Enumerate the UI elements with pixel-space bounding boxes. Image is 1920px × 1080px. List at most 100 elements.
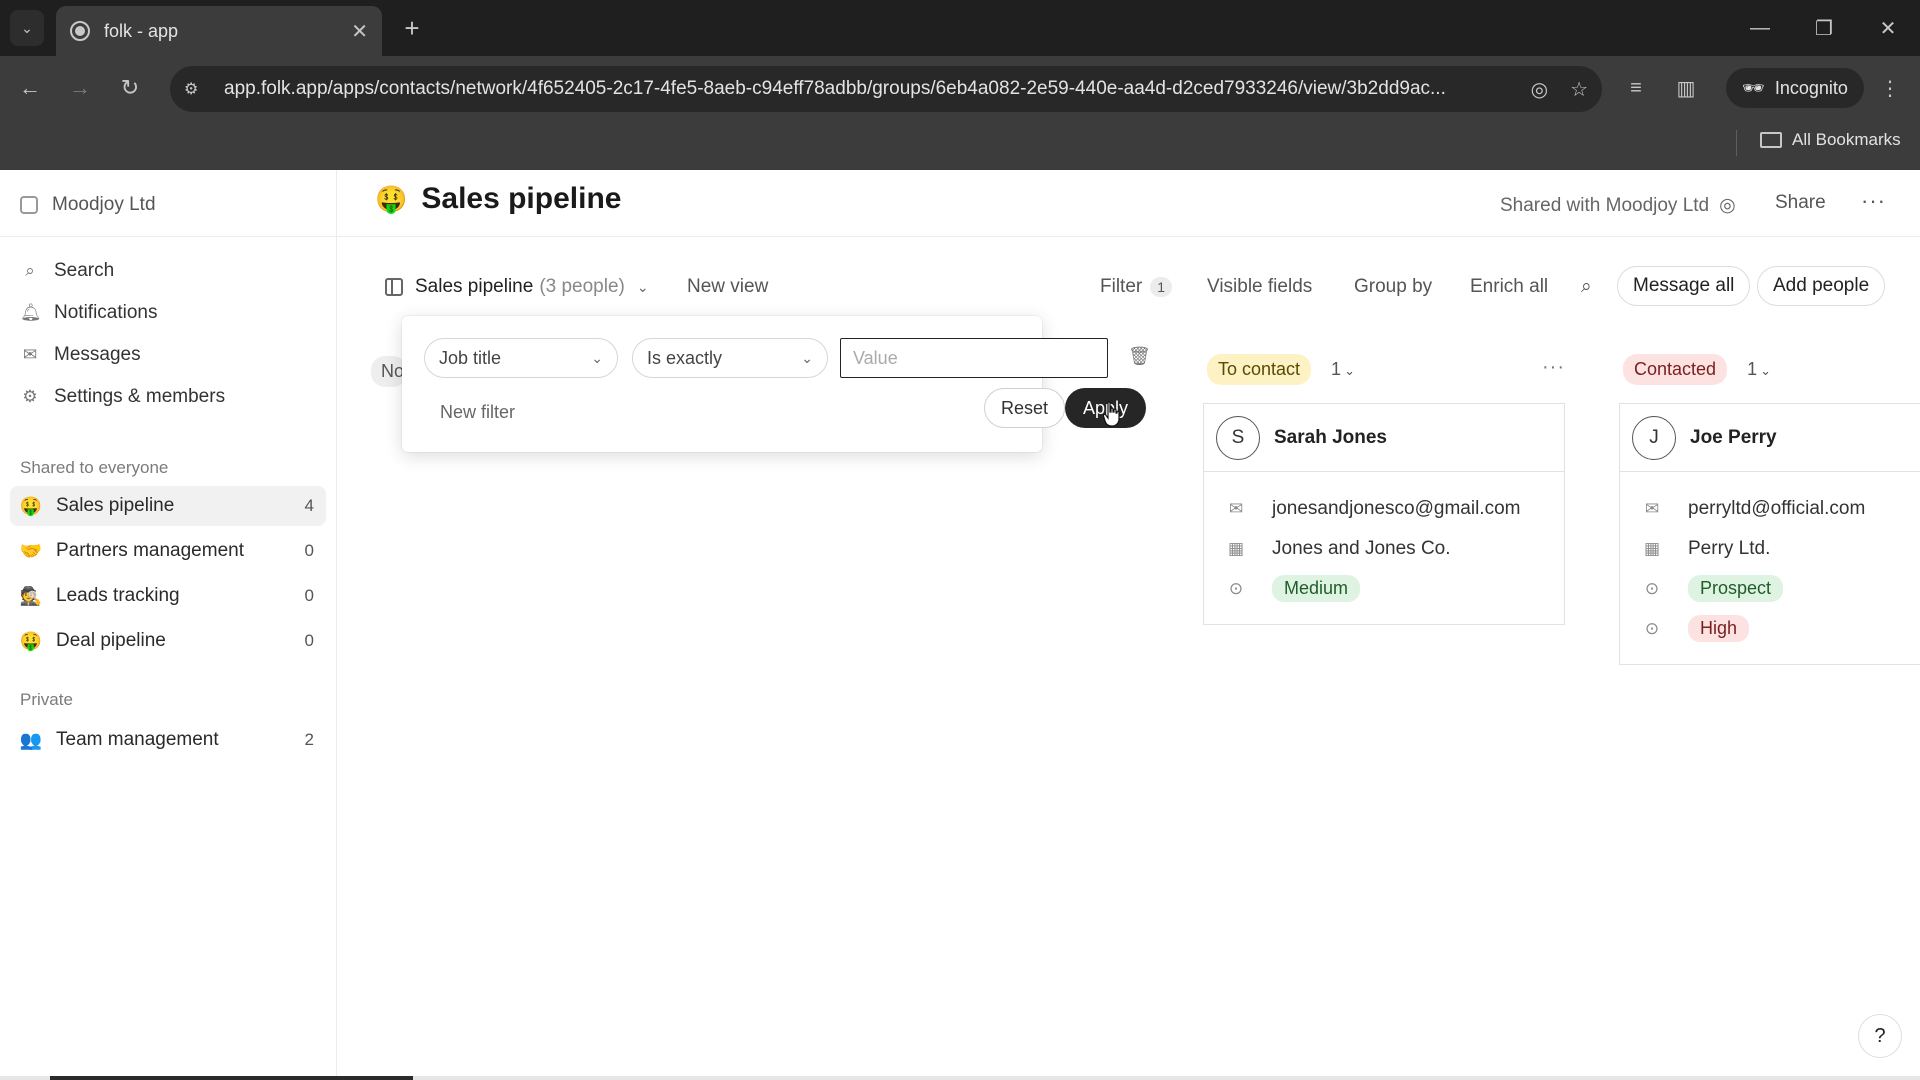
forward-button[interactable]: → [62, 70, 98, 106]
filter-operator-select[interactable]: Is exactly ⌄ [632, 338, 828, 378]
contact-card[interactable]: S Sarah Jones ✉ jonesandjonesco@gmail.co… [1203, 403, 1565, 625]
contact-card[interactable]: J Joe Perry ✉ perryltd@official.com ▦ Pe… [1619, 403, 1920, 665]
sidebar-link-notifications[interactable]: 🔔︎ Notifications [20, 302, 158, 324]
restore-button[interactable]: ❐ [1800, 10, 1848, 46]
board-view-icon [385, 278, 403, 296]
email-row: ✉ jonesandjonesco@gmail.com [1226, 498, 1521, 520]
money-face-icon: 🤑 [375, 183, 408, 214]
column-count-toggle[interactable]: 1 ⌄ [1331, 359, 1355, 380]
workspace-switcher[interactable]: Moodjoy Ltd [20, 194, 156, 216]
bookmarks-divider [1736, 130, 1737, 156]
company-row: ▦ Perry Ltd. [1642, 538, 1770, 560]
more-options-icon[interactable]: ··· [1861, 188, 1886, 214]
sidebar-group-partners-management[interactable]: 🤝 Partners management 0 [10, 531, 326, 571]
eye-off-icon[interactable]: ◎ [1531, 77, 1548, 102]
column-count-toggle[interactable]: 1 ⌄ [1747, 359, 1771, 380]
sidebar-link-label: Notifications [54, 302, 158, 323]
sidebar-link-label: Search [54, 260, 115, 281]
card-header: S Sarah Jones [1204, 404, 1564, 472]
status-pill[interactable]: Contacted [1623, 354, 1728, 385]
filter-popover: Job title ⌄ Is exactly ⌄ 🗑︎ New filter R… [402, 316, 1151, 452]
back-button[interactable]: ← [12, 70, 48, 106]
view-selector[interactable]: Sales pipeline (3 people) ⌄ [385, 276, 649, 298]
group-count: 2 [304, 730, 314, 749]
column-header-to-contact: To contact 1 ⌄ [1207, 354, 1355, 385]
chevron-down-icon: ⌄ [1760, 363, 1771, 378]
email-row: ✉ perryltd@official.com [1642, 498, 1865, 520]
building-icon: ▦ [1227, 539, 1245, 558]
status-circle-icon: ⊙ [1644, 578, 1660, 598]
workspace-icon [20, 196, 38, 214]
chevron-down-icon: ⌄ [591, 349, 603, 366]
bookmark-star-icon[interactable]: ☆ [1570, 77, 1588, 102]
column-more-icon[interactable]: ··· [1542, 356, 1565, 379]
contact-email: perryltd@official.com [1688, 498, 1866, 519]
people-icon: 👥 [19, 729, 43, 750]
group-label: Deal pipeline [56, 630, 166, 651]
workspace-name: Moodjoy Ltd [52, 194, 156, 215]
shared-with-button[interactable]: Shared with Moodjoy Ltd ◎ [1500, 194, 1736, 217]
new-tab-button[interactable]: + [396, 12, 428, 44]
priority-tag: Medium [1272, 575, 1361, 602]
tab-search-button[interactable]: ⌄ [10, 10, 44, 46]
chevron-down-icon: ⌄ [636, 278, 649, 295]
address-bar[interactable]: ⚙ app.folk.app/apps/contacts/network/4f6… [170, 66, 1602, 112]
visible-fields-button[interactable]: Visible fields [1207, 276, 1312, 298]
sidebar-group-leads-tracking[interactable]: 🕵 Leads tracking 0 [10, 576, 326, 616]
sidebar-group-sales-pipeline[interactable]: 🤑 Sales pipeline 4 [10, 486, 326, 526]
main-content: 🤑 Sales pipeline Shared with Moodjoy Ltd… [337, 170, 1920, 1080]
reload-button[interactable]: ↻ [112, 70, 148, 106]
shared-with-label: Shared with Moodjoy Ltd [1500, 194, 1710, 216]
media-controls-icon[interactable]: ≡ [1618, 70, 1654, 106]
trash-icon[interactable]: 🗑︎ [1128, 346, 1151, 368]
close-tab-icon[interactable]: ✕ [351, 19, 368, 44]
incognito-indicator[interactable]: 🕶 Incognito [1726, 68, 1864, 108]
column-header-contacted: Contacted 1 ⌄ [1623, 354, 1771, 385]
share-button[interactable]: Share [1775, 192, 1826, 214]
reset-button[interactable]: Reset [984, 388, 1066, 428]
filter-field-select[interactable]: Job title ⌄ [424, 338, 618, 378]
all-bookmarks-button[interactable]: All Bookmarks [1760, 130, 1901, 150]
browser-toolbar: ← → ↻ ⚙ app.folk.app/apps/contacts/netwo… [0, 56, 1920, 120]
stage-tag-row: ⊙ Prospect [1642, 575, 1784, 602]
tab-title: folk - app [104, 20, 179, 41]
building-icon: ▦ [1643, 539, 1661, 558]
bell-icon: 🔔︎ [20, 303, 42, 322]
filter-button[interactable]: Filter 1 [1100, 276, 1173, 298]
new-view-button[interactable]: New view [687, 276, 768, 298]
sidebar-group-team-management[interactable]: 👥 Team management 2 [10, 720, 326, 760]
sidebar-link-search[interactable]: ⌕ Search [20, 260, 114, 282]
browser-tab[interactable]: folk - app ✕ [56, 6, 382, 56]
sidebar-link-messages[interactable]: ✉ Messages [20, 344, 141, 366]
search-icon[interactable]: ⌕ [1581, 276, 1592, 298]
contact-company: Perry Ltd. [1688, 538, 1771, 559]
enrich-all-button[interactable]: Enrich all [1470, 276, 1548, 298]
filter-value-input[interactable] [840, 338, 1108, 378]
url-text[interactable]: app.folk.app/apps/contacts/network/4f652… [224, 78, 1509, 100]
close-window-button[interactable]: ✕ [1864, 10, 1912, 46]
add-people-button[interactable]: Add people [1757, 266, 1886, 306]
mail-icon: ✉ [1228, 499, 1244, 518]
site-info-icon[interactable]: ⚙ [184, 79, 214, 99]
group-by-button[interactable]: Group by [1354, 276, 1432, 298]
tag-row: ⊙ Medium [1226, 575, 1361, 602]
contact-company: Jones and Jones Co. [1272, 538, 1451, 559]
message-all-button[interactable]: Message all [1617, 266, 1751, 306]
browser-menu-icon[interactable]: ⋮ [1872, 70, 1908, 106]
mail-icon: ✉ [1644, 499, 1660, 518]
minimize-button[interactable]: — [1736, 10, 1784, 46]
filter-operator-value: Is exactly [647, 347, 723, 368]
sidebar-link-settings[interactable]: ⚙ Settings & members [20, 386, 225, 408]
avatar: J [1632, 415, 1676, 460]
status-circle-icon: ⊙ [1228, 578, 1244, 598]
help-button[interactable]: ? [1858, 1014, 1902, 1058]
new-filter-button[interactable]: New filter [440, 402, 515, 423]
bookmarks-bar: All Bookmarks [0, 120, 1920, 170]
sidebar-group-deal-pipeline[interactable]: 🤑 Deal pipeline 0 [10, 621, 326, 661]
filter-label: Filter [1100, 276, 1143, 297]
status-circle-icon: ⊙ [1644, 618, 1660, 638]
mail-icon: ✉ [22, 345, 38, 364]
side-panel-icon[interactable]: ▥ [1668, 70, 1704, 106]
status-pill[interactable]: To contact [1207, 354, 1312, 385]
incognito-icon: 🕶 [1742, 77, 1765, 98]
